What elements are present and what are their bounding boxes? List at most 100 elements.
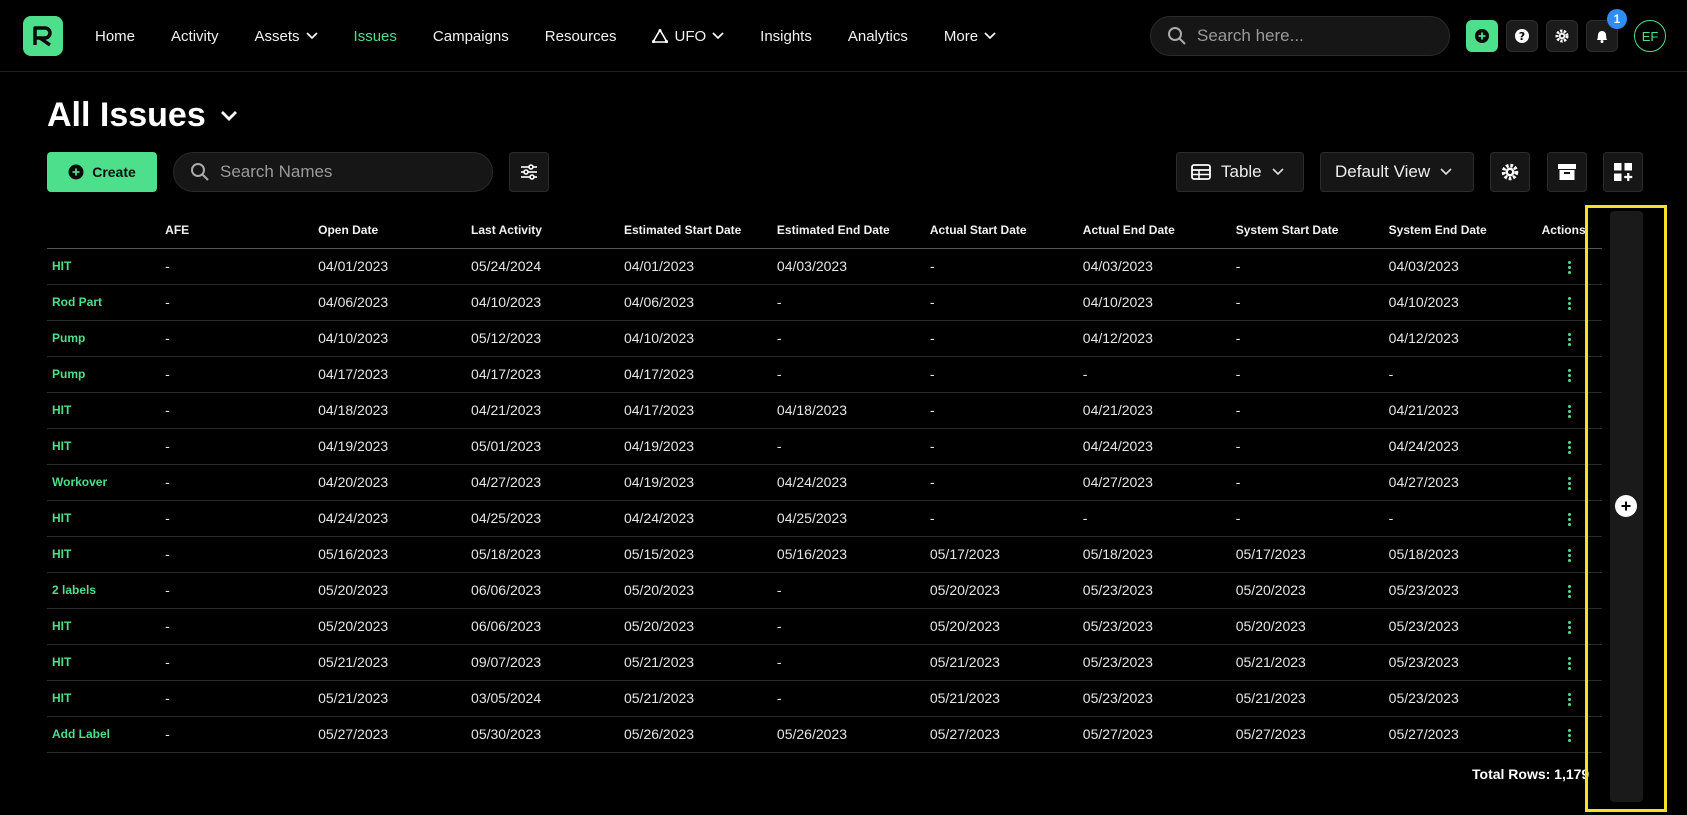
table-row[interactable]: Pump -04/10/2023 05/12/2023 04/10/2023- -04/… bbox=[47, 320, 1602, 357]
kebab-menu-icon[interactable] bbox=[1567, 548, 1571, 562]
notification-badge: 1 bbox=[1607, 9, 1627, 29]
kebab-menu-icon[interactable] bbox=[1567, 260, 1571, 274]
issue-label-link[interactable]: HIT bbox=[47, 680, 161, 717]
user-avatar[interactable]: EF bbox=[1634, 20, 1666, 52]
table-cell: 05/20/2023 bbox=[924, 572, 1078, 609]
issue-label-link[interactable]: Workover bbox=[47, 464, 161, 501]
table-row[interactable]: HIT -04/24/2023 04/25/2023 04/24/2023 04/25/… bbox=[47, 500, 1602, 537]
nav-campaigns[interactable]: Campaigns bbox=[433, 28, 509, 45]
table-row[interactable]: HIT -05/20/2023 06/06/2023 05/20/2023-05/20… bbox=[47, 608, 1602, 645]
global-search[interactable] bbox=[1150, 16, 1450, 56]
column-header[interactable]: System Start Date bbox=[1230, 212, 1384, 249]
table-row[interactable]: Pump -04/17/2023 04/17/2023 04/17/2023- - - - - bbox=[47, 356, 1602, 393]
table-cell: 04/21/2023 bbox=[466, 392, 619, 429]
issue-label-link[interactable]: Pump bbox=[47, 320, 161, 357]
table-row[interactable]: 2 labels -05/20/2023 06/06/2023 05/20/2023-… bbox=[47, 572, 1602, 609]
table-cell: - bbox=[924, 248, 1078, 285]
add-column-button[interactable] bbox=[1615, 495, 1637, 517]
kebab-menu-icon[interactable] bbox=[1567, 620, 1571, 634]
view-mode-label: Table bbox=[1221, 162, 1262, 181]
issue-label-link[interactable]: HIT bbox=[47, 536, 161, 573]
issue-label-link[interactable]: HIT bbox=[47, 500, 161, 537]
chevron-down-icon bbox=[305, 32, 318, 40]
column-header[interactable]: System End Date bbox=[1383, 212, 1537, 249]
nav-ufo[interactable]: UFO bbox=[652, 28, 724, 45]
kebab-menu-icon[interactable] bbox=[1567, 368, 1571, 382]
table-cell: 04/18/2023 bbox=[313, 392, 467, 429]
help-button[interactable]: ? bbox=[1506, 20, 1538, 52]
column-header[interactable]: Actual Start Date bbox=[924, 212, 1078, 249]
table-row[interactable]: HIT -05/21/2023 09/07/2023 05/21/2023-05/21… bbox=[47, 644, 1602, 681]
issue-label-link[interactable]: Rod Part bbox=[47, 284, 161, 321]
table-cell: - bbox=[160, 680, 314, 717]
table-cell: 04/17/2023 bbox=[618, 356, 772, 393]
settings-button[interactable] bbox=[1546, 20, 1578, 52]
column-header[interactable]: Open Date bbox=[313, 212, 467, 249]
issue-label-link[interactable]: Pump bbox=[47, 356, 161, 393]
nav-home[interactable]: Home bbox=[95, 28, 135, 45]
column-header[interactable]: Actual End Date bbox=[1077, 212, 1231, 249]
global-search-input[interactable] bbox=[1197, 26, 1427, 46]
table-row[interactable]: HIT -05/21/2023 03/05/2024 05/21/2023-05/21… bbox=[47, 680, 1602, 717]
nav-assets[interactable]: Assets bbox=[255, 28, 318, 45]
grid-plus-icon bbox=[1614, 163, 1633, 181]
table-cell: - bbox=[1230, 500, 1384, 537]
table-cell: 05/26/2023 bbox=[618, 716, 772, 753]
table-cell: 04/06/2023 bbox=[618, 284, 772, 321]
kebab-menu-icon[interactable] bbox=[1567, 692, 1571, 706]
quick-add-button[interactable] bbox=[1466, 20, 1498, 52]
table-cell: 04/24/2023 bbox=[618, 500, 772, 537]
app-logo[interactable] bbox=[23, 16, 63, 56]
table-cell: 05/27/2023 bbox=[313, 716, 467, 753]
nav-label: Issues bbox=[353, 27, 397, 45]
issue-label-link[interactable]: 2 labels bbox=[47, 572, 161, 609]
notifications-button[interactable]: 1 bbox=[1586, 9, 1627, 52]
add-widget-button[interactable] bbox=[1603, 152, 1643, 192]
table-row[interactable]: HIT -04/18/2023 04/21/2023 04/17/2023 04/18/… bbox=[47, 392, 1602, 429]
kebab-menu-icon[interactable] bbox=[1567, 332, 1571, 346]
saved-view-select[interactable]: Default View bbox=[1320, 152, 1474, 192]
kebab-menu-icon[interactable] bbox=[1567, 440, 1571, 454]
table-cell: 05/18/2023 bbox=[1077, 536, 1231, 573]
create-button[interactable]: Create bbox=[47, 152, 157, 192]
issue-label-link[interactable]: Add Label bbox=[47, 716, 161, 753]
issue-label-link[interactable]: HIT bbox=[47, 428, 161, 465]
column-header[interactable]: Estimated End Date bbox=[771, 212, 925, 249]
column-header[interactable]: AFE bbox=[160, 212, 314, 249]
kebab-menu-icon[interactable] bbox=[1567, 656, 1571, 670]
names-search[interactable] bbox=[173, 152, 493, 192]
nav-resources[interactable]: Resources bbox=[545, 28, 617, 45]
nav-more[interactable]: More bbox=[944, 28, 996, 45]
column-header[interactable]: Estimated Start Date bbox=[618, 212, 772, 249]
table-row[interactable]: HIT -05/16/2023 05/18/2023 05/15/2023 05/16/… bbox=[47, 536, 1602, 573]
nav-analytics[interactable]: Analytics bbox=[848, 28, 908, 45]
issue-label-link[interactable]: HIT bbox=[47, 248, 161, 285]
names-search-input[interactable] bbox=[220, 162, 480, 182]
table-settings-button[interactable] bbox=[1490, 152, 1530, 192]
kebab-menu-icon[interactable] bbox=[1567, 728, 1571, 742]
filter-button[interactable] bbox=[509, 152, 549, 192]
nav-activity[interactable]: Activity bbox=[171, 28, 219, 45]
column-header[interactable] bbox=[47, 212, 161, 249]
column-header[interactable]: Last Activity bbox=[466, 212, 619, 249]
issue-label-link[interactable]: HIT bbox=[47, 608, 161, 645]
nav-insights[interactable]: Insights bbox=[760, 28, 812, 45]
view-mode-select[interactable]: Table bbox=[1176, 152, 1304, 192]
table-row[interactable]: HIT -04/19/2023 05/01/2023 04/19/2023- -04/2… bbox=[47, 428, 1602, 465]
table-cell: 05/27/2023 bbox=[1077, 716, 1231, 753]
page-title-dropdown[interactable]: All Issues bbox=[47, 96, 238, 135]
kebab-menu-icon[interactable] bbox=[1567, 512, 1571, 526]
kebab-menu-icon[interactable] bbox=[1567, 404, 1571, 418]
kebab-menu-icon[interactable] bbox=[1567, 584, 1571, 598]
nav-label: Analytics bbox=[847, 27, 908, 45]
table-row[interactable]: Rod Part -04/06/2023 04/10/2023 04/06/2023-… bbox=[47, 284, 1602, 321]
archive-button[interactable] bbox=[1547, 152, 1587, 192]
table-row[interactable]: Workover -04/20/2023 04/27/2023 04/19/2023 0… bbox=[47, 464, 1602, 501]
nav-issues[interactable]: Issues bbox=[354, 28, 397, 45]
table-row[interactable]: HIT -04/01/2023 05/24/2024 04/01/2023 04/03/… bbox=[47, 248, 1602, 285]
issue-label-link[interactable]: HIT bbox=[47, 644, 161, 681]
issue-label-link[interactable]: HIT bbox=[47, 392, 161, 429]
kebab-menu-icon[interactable] bbox=[1567, 296, 1571, 310]
kebab-menu-icon[interactable] bbox=[1567, 476, 1571, 490]
table-row[interactable]: Add Label -05/27/2023 05/30/2023 05/26/2023… bbox=[47, 716, 1602, 753]
